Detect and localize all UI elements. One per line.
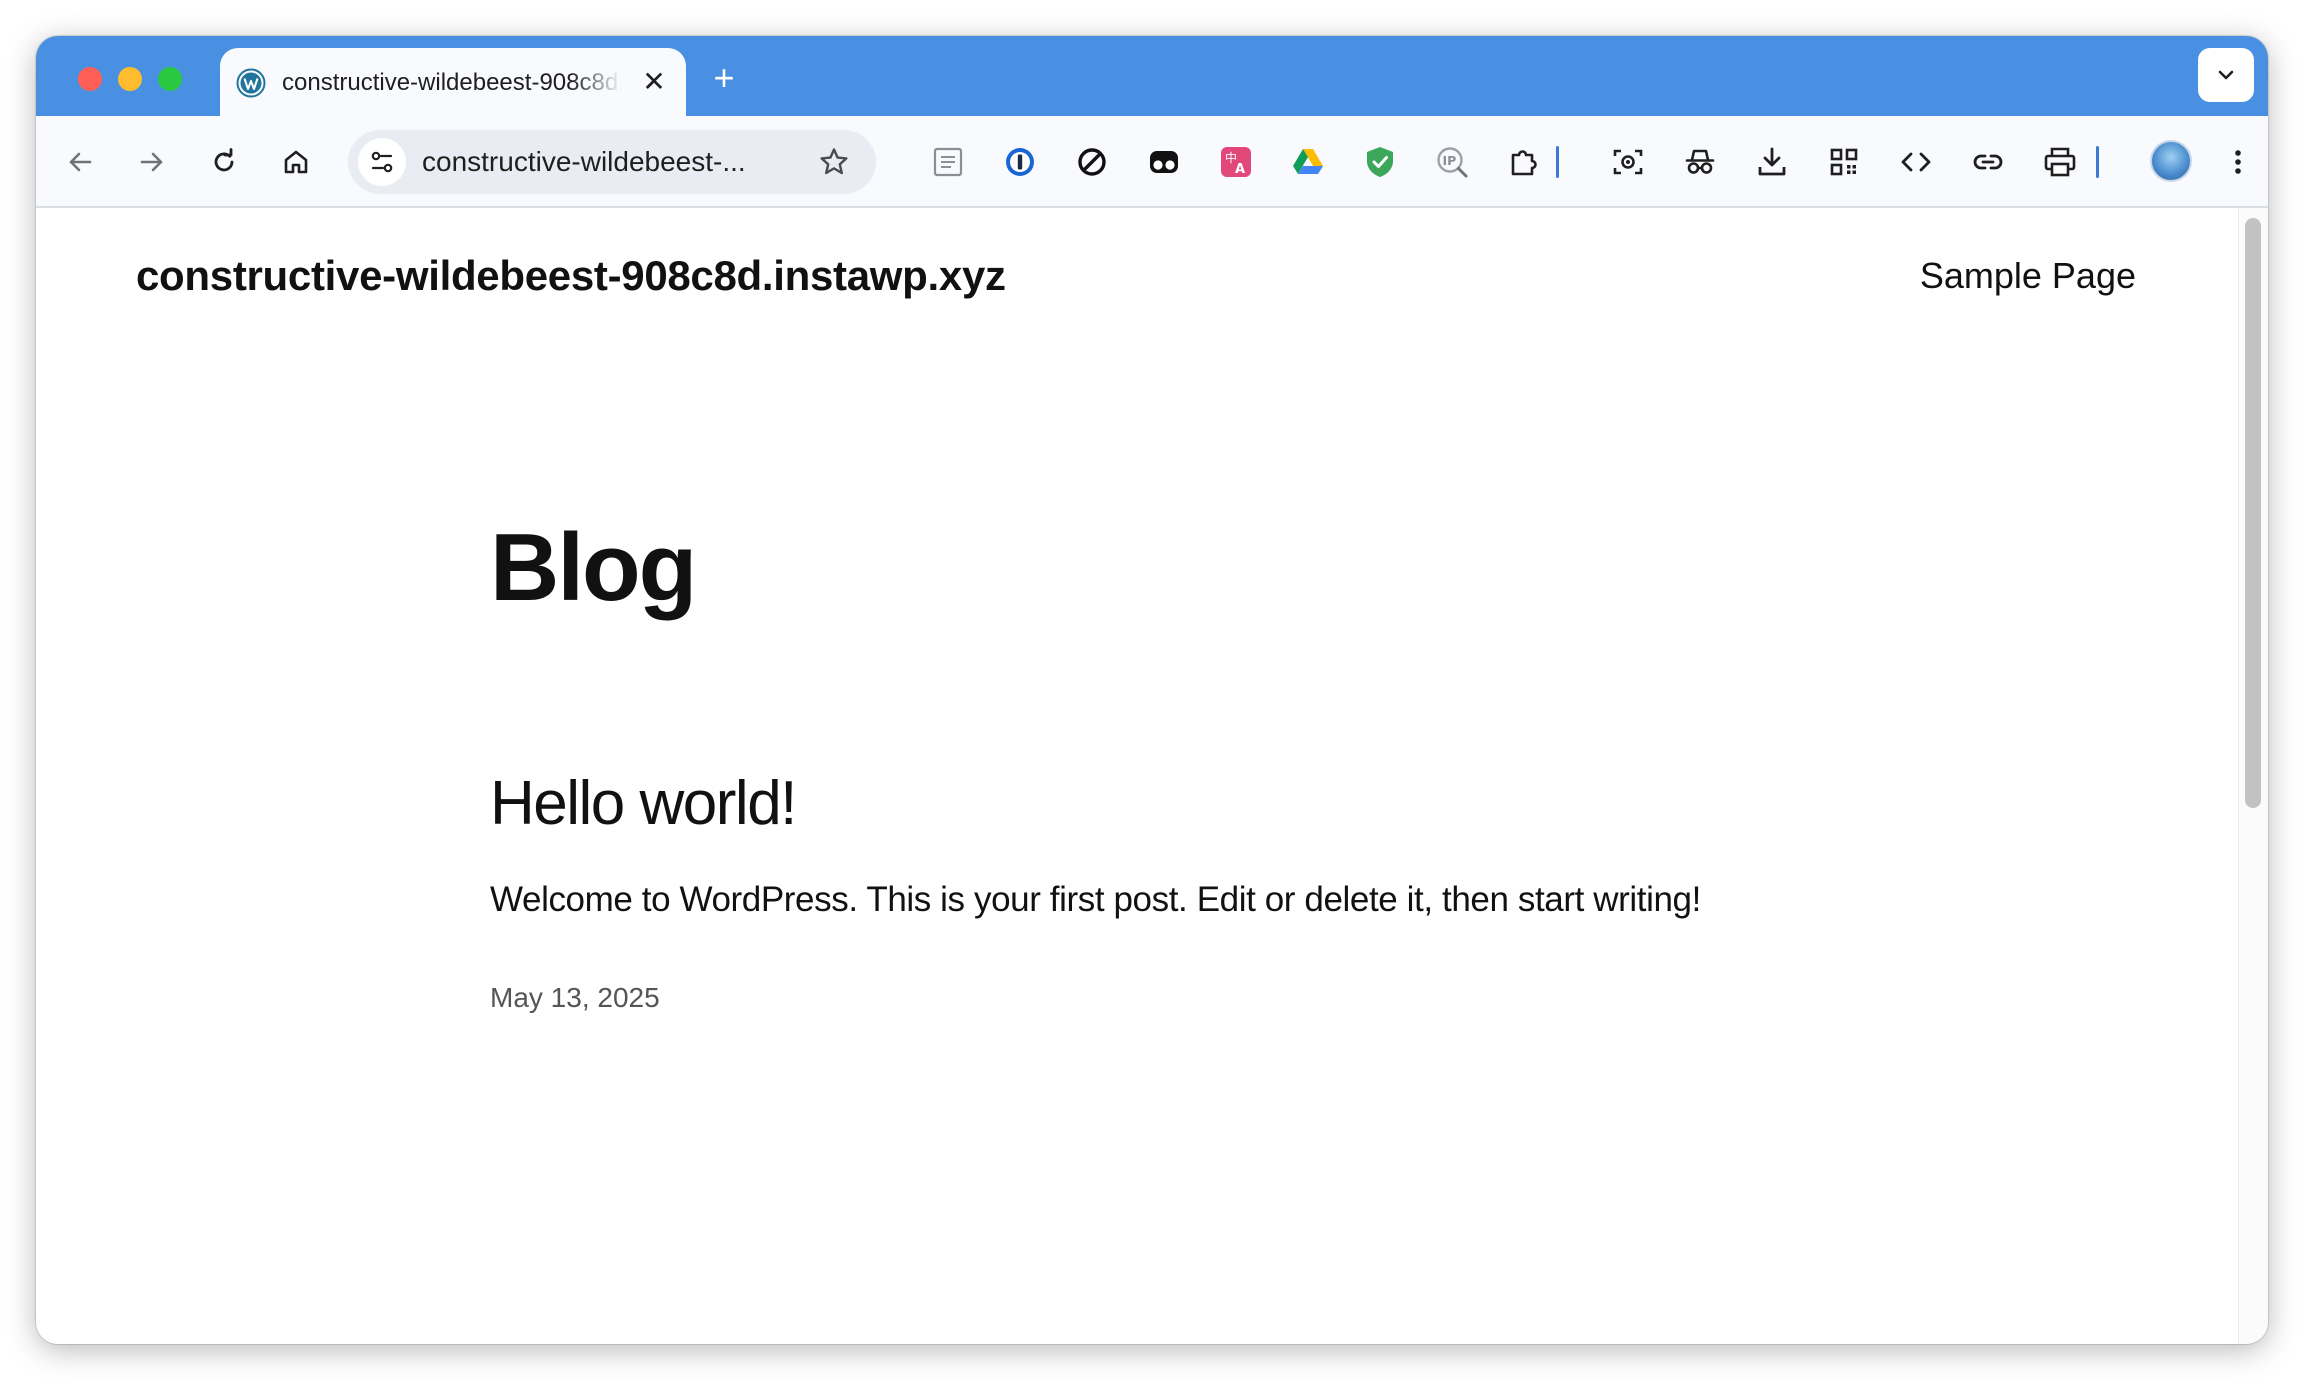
minimize-window-button[interactable]: [118, 67, 142, 91]
profile-avatar[interactable]: [2150, 140, 2192, 182]
post-excerpt: Welcome to WordPress. This is your first…: [490, 880, 1701, 919]
site-title[interactable]: constructive-wildebeest-908c8d.instawp.x…: [136, 248, 1136, 304]
scrollbar-thumb[interactable]: [2245, 218, 2261, 808]
chevron-down-icon: [2218, 70, 2234, 80]
more-vert-icon: [2235, 150, 2241, 174]
shield-check-icon[interactable]: [1358, 140, 1402, 184]
browser-window: constructive-wildebeest-908c8d.instawp.x…: [36, 36, 2268, 1344]
page-title: Blog: [490, 514, 697, 621]
code-icon[interactable]: [1894, 140, 1938, 184]
new-tab-button[interactable]: +: [704, 58, 744, 98]
download-icon[interactable]: [1750, 140, 1794, 184]
google-drive-icon[interactable]: [1286, 140, 1330, 184]
reload-icon: [214, 148, 234, 172]
tab-active[interactable]: constructive-wildebeest-908c8d.instawp.x…: [220, 48, 686, 116]
forward-button[interactable]: [130, 140, 174, 184]
link-icon[interactable]: [1966, 140, 2010, 184]
incognito-icon[interactable]: [1678, 140, 1722, 184]
reader-mode-icon[interactable]: [926, 140, 970, 184]
ghostery-icon[interactable]: [1142, 140, 1186, 184]
maximize-window-button[interactable]: [158, 67, 182, 91]
tab-strip: constructive-wildebeest-908c8d.instawp.x…: [36, 36, 2268, 116]
wordpress-icon: [236, 68, 266, 98]
address-url[interactable]: constructive-wildebeest-...: [422, 146, 802, 178]
star-icon: [820, 148, 848, 175]
back-button[interactable]: [58, 140, 102, 184]
site-info-button[interactable]: [358, 138, 406, 186]
close-icon[interactable]: ✕: [638, 66, 670, 98]
post-title-link[interactable]: Hello world!: [490, 764, 1390, 844]
tab-title: constructive-wildebeest-908c8d.instawp.x…: [282, 69, 622, 96]
translate-icon[interactable]: 中A: [1214, 140, 1258, 184]
address-bar[interactable]: constructive-wildebeest-...: [348, 130, 876, 194]
toolbar-separator: [2096, 146, 2099, 178]
reload-button[interactable]: [202, 140, 246, 184]
extensions-puzzle-icon[interactable]: [1502, 140, 1546, 184]
nav-sample-page[interactable]: Sample Page: [1886, 250, 2136, 302]
close-window-button[interactable]: [78, 67, 102, 91]
browser-toolbar: constructive-wildebeest-... 中 A IP: [36, 116, 2268, 208]
ip-lookup-icon[interactable]: IP: [1430, 140, 1474, 184]
svg-text:IP: IP: [1443, 153, 1457, 168]
arrow-right-icon: [140, 152, 163, 172]
desktop: constructive-wildebeest-908c8d.instawp.x…: [0, 0, 2304, 1380]
bookmark-button[interactable]: [814, 142, 854, 182]
home-button[interactable]: [274, 140, 318, 184]
1password-icon[interactable]: [998, 140, 1042, 184]
svg-text:A: A: [1235, 162, 1245, 177]
screenshot-icon[interactable]: [1606, 140, 1650, 184]
print-icon[interactable]: [2038, 140, 2082, 184]
arrow-left-icon: [69, 152, 92, 172]
post-date: May 13, 2025: [490, 982, 660, 1013]
home-icon: [284, 150, 308, 174]
menu-button[interactable]: [2216, 140, 2260, 184]
adblock-icon[interactable]: [1070, 140, 1114, 184]
toolbar-separator: [1556, 146, 1559, 178]
qr-code-icon[interactable]: [1822, 140, 1866, 184]
tune-icon: [371, 151, 393, 173]
page-content: constructive-wildebeest-908c8d.instawp.x…: [36, 208, 2238, 1344]
tab-search-button[interactable]: [2198, 48, 2254, 102]
